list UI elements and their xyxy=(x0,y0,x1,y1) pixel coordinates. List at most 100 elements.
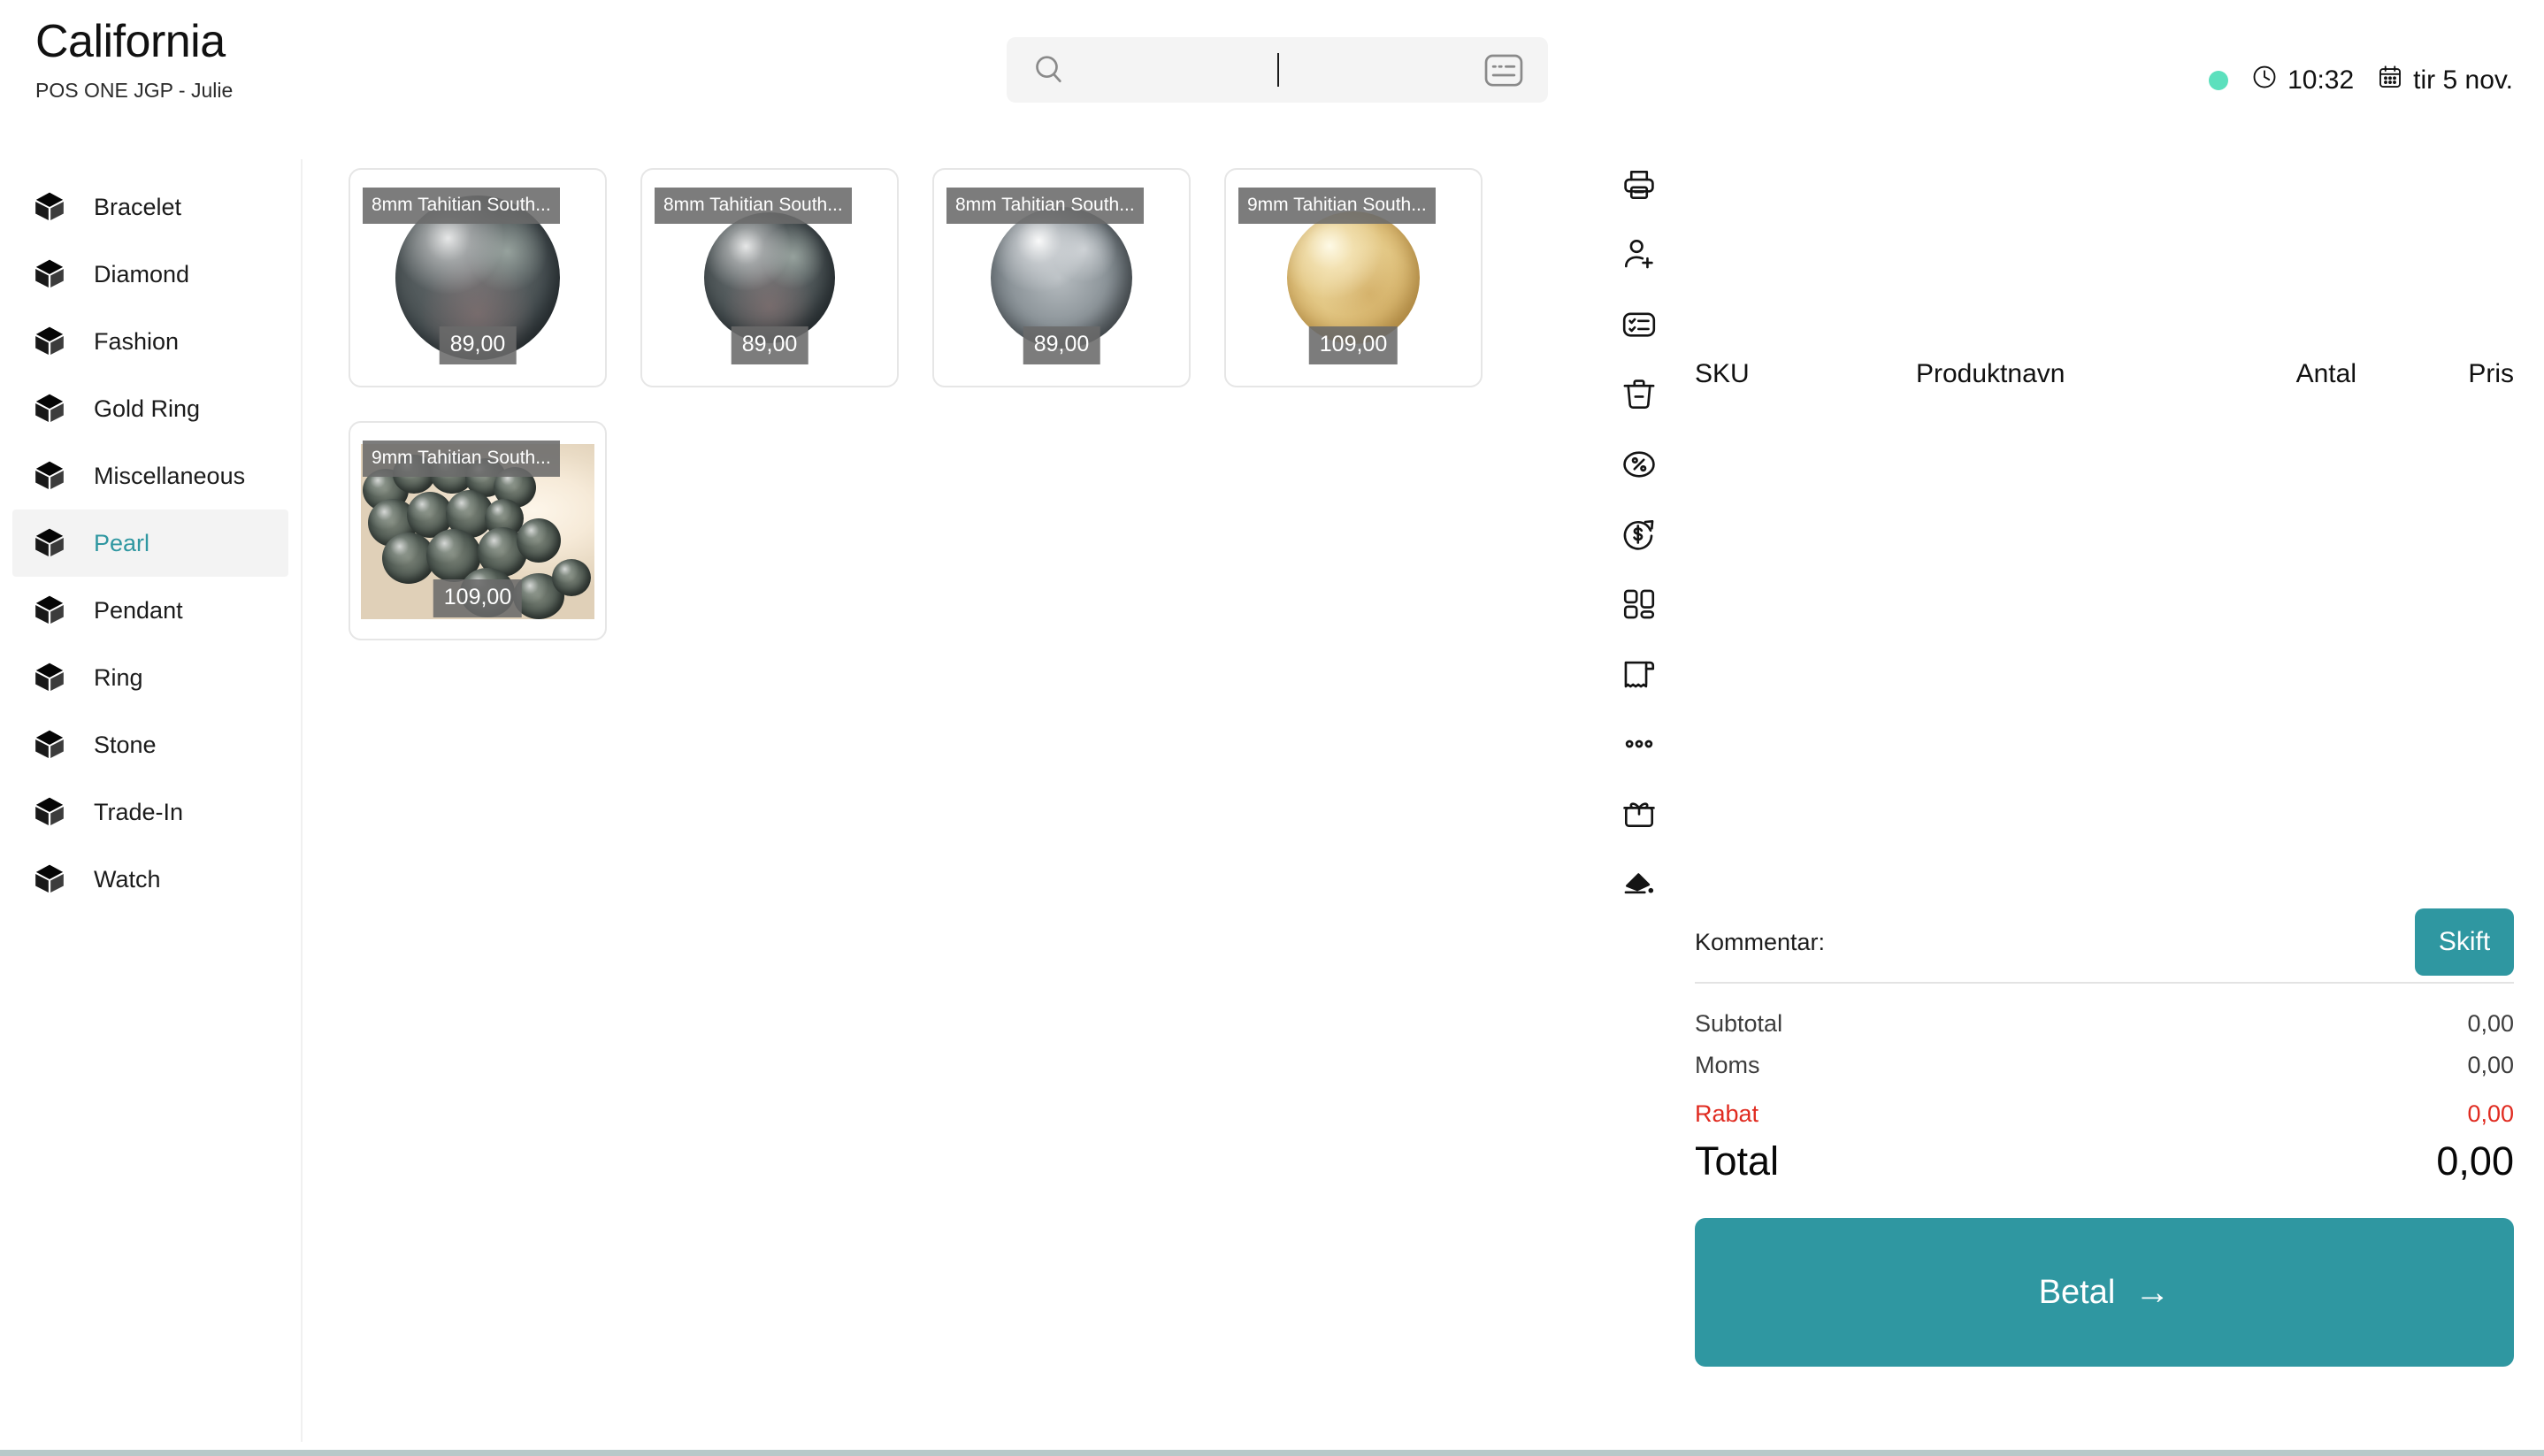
checklist-icon[interactable] xyxy=(1619,304,1659,345)
page-title: California xyxy=(35,16,226,67)
total-value: 0,00 xyxy=(2467,1010,2514,1037)
product-card[interactable]: 8mm Tahitian South... 89,00 xyxy=(349,168,607,387)
online-dot-icon xyxy=(2209,71,2229,90)
product-area: 8mm Tahitian South... 89,00 8mm Tahitian S… xyxy=(331,159,1587,1438)
comment-row: Kommentar: Skift xyxy=(1695,902,2514,984)
receipt-table-header: SKU Produktnavn Antal Pris xyxy=(1695,336,2514,389)
grand-total-label: Total xyxy=(1695,1138,1780,1184)
pay-button-label: Betal xyxy=(2038,1273,2116,1311)
bottom-strip xyxy=(0,1450,2544,1456)
product-name: 9mm Tahitian South... xyxy=(363,441,560,477)
total-label: Rabat xyxy=(1695,1100,1759,1127)
sidebar-item-ring[interactable]: Ring xyxy=(12,644,288,711)
receipt-icon[interactable] xyxy=(1619,654,1659,694)
product-name: 8mm Tahitian South... xyxy=(655,188,852,224)
sidebar-item-label: Gold Ring xyxy=(94,395,201,422)
total-row-rabat: Rabat 0,00 xyxy=(1695,1086,2514,1135)
comment-label: Kommentar: xyxy=(1695,928,1826,955)
trash-icon[interactable] xyxy=(1619,374,1659,415)
search-bar[interactable] xyxy=(1007,37,1548,103)
cube-icon xyxy=(32,391,67,426)
column-header-price: Pris xyxy=(2468,359,2514,388)
sidebar-item-watch[interactable]: Watch xyxy=(12,846,288,913)
ellipsis-icon[interactable] xyxy=(1619,724,1659,764)
cube-icon xyxy=(32,862,67,897)
grand-total-value: 0,00 xyxy=(2436,1138,2514,1184)
search-icon xyxy=(1031,52,1067,88)
cube-icon xyxy=(32,257,67,292)
fill-icon[interactable] xyxy=(1619,863,1659,904)
cube-icon xyxy=(32,324,67,359)
total-value: 0,00 xyxy=(2467,1100,2514,1127)
terminal-user-label: POS ONE JGP - Julie xyxy=(35,78,234,102)
cube-icon xyxy=(32,189,67,225)
product-price: 109,00 xyxy=(433,579,523,617)
grand-total-row: Total 0,00 xyxy=(1695,1135,2514,1192)
product-card[interactable]: 8mm Tahitian South... 89,00 xyxy=(932,168,1191,387)
product-card[interactable]: 9mm Tahitian South... 109,00 xyxy=(349,421,607,640)
sidebar-item-pendant[interactable]: Pendant xyxy=(12,577,288,644)
category-list: Bracelet Diamond Fashion Gold Ring Miscellan… xyxy=(0,173,301,913)
sidebar-item-pearl[interactable]: Pearl xyxy=(12,510,288,577)
sidebar-item-gold-ring[interactable]: Gold Ring xyxy=(12,375,288,442)
current-time: 10:32 xyxy=(2287,65,2355,95)
sidebar-item-label: Miscellaneous xyxy=(94,462,246,489)
sidebar-item-label: Fashion xyxy=(94,327,180,355)
pos-app: California POS ONE JGP - Julie 10:32 tir… xyxy=(0,0,2544,1456)
sidebar-item-stone[interactable]: Stone xyxy=(12,711,288,778)
cube-icon xyxy=(32,525,67,561)
clock-icon xyxy=(2251,64,2278,97)
sidebar-item-label: Stone xyxy=(94,731,157,758)
product-grid: 8mm Tahitian South... 89,00 8mm Tahitian S… xyxy=(349,168,1587,640)
cube-icon xyxy=(32,727,67,762)
cube-icon xyxy=(32,660,67,695)
sidebar-item-label: Pendant xyxy=(94,596,183,624)
add-customer-icon[interactable] xyxy=(1619,234,1659,275)
search-input-caret[interactable] xyxy=(1277,53,1279,87)
product-price: 89,00 xyxy=(1023,326,1100,364)
sidebar-item-fashion[interactable]: Fashion xyxy=(12,308,288,375)
brand-block: California POS ONE JGP - Julie xyxy=(35,18,233,103)
gift-icon[interactable] xyxy=(1619,793,1659,834)
cube-icon xyxy=(32,593,67,628)
grid-icon[interactable] xyxy=(1619,584,1659,625)
numpad-icon[interactable] xyxy=(1484,54,1523,87)
category-sidebar: Bracelet Diamond Fashion Gold Ring Miscellan… xyxy=(0,159,303,1442)
sidebar-item-bracelet[interactable]: Bracelet xyxy=(12,173,288,241)
product-name: 9mm Tahitian South... xyxy=(1238,188,1436,224)
sidebar-item-miscellaneous[interactable]: Miscellaneous xyxy=(12,442,288,510)
product-price: 89,00 xyxy=(731,326,808,364)
receipt-line-list[interactable] xyxy=(1695,389,2514,902)
current-date: tir 5 nov. xyxy=(2413,65,2513,95)
column-header-name: Produktnavn xyxy=(1916,359,2065,388)
percent-icon[interactable] xyxy=(1619,444,1659,485)
column-header-quantity: Antal xyxy=(2295,359,2356,388)
total-row-subtotal: Subtotal 0,00 xyxy=(1695,1003,2514,1045)
refund-icon[interactable] xyxy=(1619,514,1659,555)
sidebar-item-label: Diamond xyxy=(94,260,190,287)
cube-icon xyxy=(32,458,67,494)
receipt-panel: SKU Produktnavn Antal Pris Kommentar: Sk… xyxy=(1695,159,2514,1438)
top-bar: California POS ONE JGP - Julie 10:32 tir… xyxy=(0,0,2544,150)
tool-rail xyxy=(1619,165,1659,904)
total-value: 0,00 xyxy=(2467,1052,2514,1078)
sidebar-item-trade-in[interactable]: Trade-In xyxy=(12,778,288,846)
printer-icon[interactable] xyxy=(1619,165,1659,205)
pay-button[interactable]: Betal → xyxy=(1695,1218,2514,1367)
product-card[interactable]: 9mm Tahitian South... 109,00 xyxy=(1224,168,1483,387)
status-cluster: 10:32 tir 5 nov. xyxy=(2209,64,2513,97)
total-row-moms: Moms 0,00 xyxy=(1695,1045,2514,1086)
sidebar-item-diamond[interactable]: Diamond xyxy=(12,241,288,308)
date-status: tir 5 nov. xyxy=(2377,64,2513,97)
product-card[interactable]: 8mm Tahitian South... 89,00 xyxy=(640,168,899,387)
sidebar-item-label: Ring xyxy=(94,663,143,691)
cube-icon xyxy=(32,794,67,830)
sidebar-item-label: Trade-In xyxy=(94,798,184,825)
total-label: Subtotal xyxy=(1695,1010,1783,1037)
sidebar-item-label: Watch xyxy=(94,865,161,893)
sidebar-item-label: Bracelet xyxy=(94,193,182,220)
column-header-sku: SKU xyxy=(1695,359,1750,388)
totals-block: Subtotal 0,00 Moms 0,00 Rabat 0,00 xyxy=(1695,984,2514,1135)
clock-status: 10:32 xyxy=(2251,64,2354,97)
change-comment-button[interactable]: Skift xyxy=(2415,908,2514,976)
